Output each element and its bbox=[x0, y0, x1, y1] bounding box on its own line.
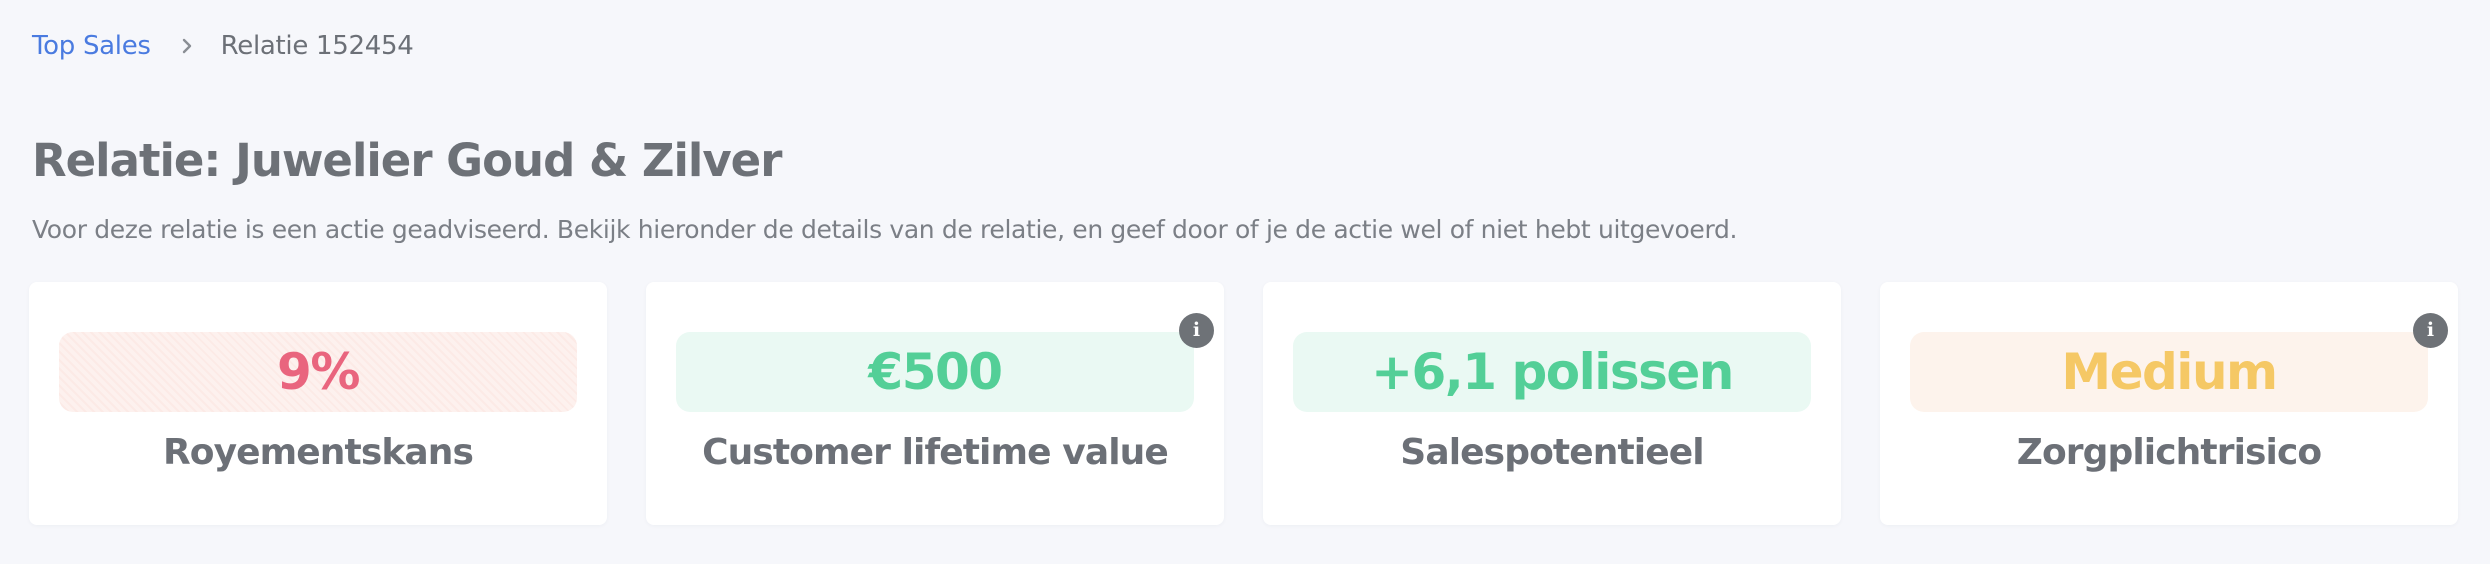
breadcrumb-current: Relatie 152454 bbox=[220, 31, 414, 61]
page-description: Voor deze relatie is een actie geadvisee… bbox=[32, 215, 1738, 244]
royementskans-value: 9% bbox=[59, 332, 577, 412]
card-royementskans: 9% Royementskans bbox=[29, 282, 607, 525]
info-icon[interactable]: i bbox=[1179, 313, 1214, 348]
customer-lifetime-value-value: €500 bbox=[676, 332, 1194, 412]
info-icon[interactable]: i bbox=[2413, 313, 2448, 348]
breadcrumb: Top Sales Relatie 152454 bbox=[32, 26, 414, 66]
zorgplichtrisico-label: Zorgplichtrisico bbox=[2016, 432, 2322, 473]
zorgplichtrisico-value: Medium bbox=[1910, 332, 2428, 412]
card-salespotentieel: +6,1 polissen Salespotentieel bbox=[1263, 282, 1841, 525]
breadcrumb-link-top-sales[interactable]: Top Sales bbox=[32, 31, 151, 61]
salespotentieel-label: Salespotentieel bbox=[1400, 432, 1704, 473]
royementskans-label: Royementskans bbox=[162, 432, 474, 473]
card-zorgplichtrisico: Medium Zorgplichtrisico i bbox=[1880, 282, 2458, 525]
metric-cards: 9% Royementskans €500 Customer lifetime … bbox=[29, 282, 2458, 525]
page-title: Relatie: Juwelier Goud & Zilver bbox=[32, 134, 782, 187]
customer-lifetime-value-label: Customer lifetime value bbox=[702, 432, 1169, 473]
card-customer-lifetime-value: €500 Customer lifetime value i bbox=[646, 282, 1224, 525]
salespotentieel-value: +6,1 polissen bbox=[1293, 332, 1811, 412]
chevron-right-icon bbox=[177, 36, 197, 56]
